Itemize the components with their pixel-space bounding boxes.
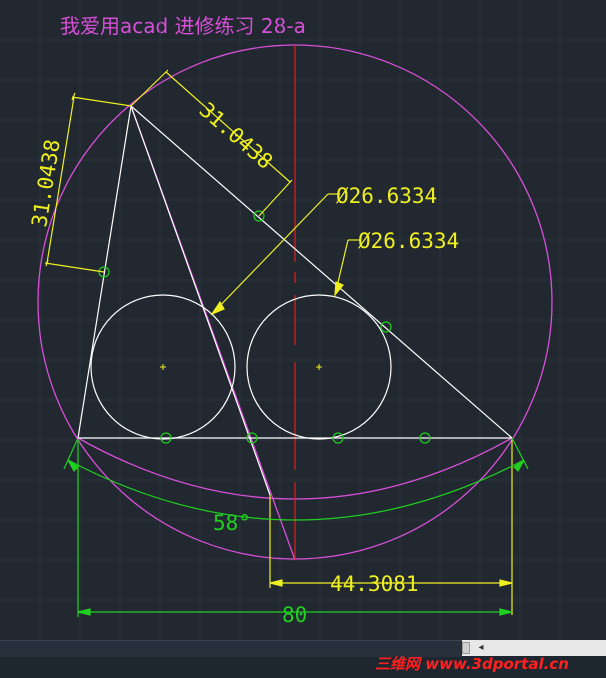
dim-dia-left-text: Ø26.6334: [336, 184, 437, 208]
dim-offset-text: 44.3081: [330, 572, 419, 596]
dim-dia-right-text: Ø26.6334: [358, 229, 459, 253]
dim-angle-text: 58°: [213, 511, 251, 535]
cad-drawing-canvas[interactable]: 31.0438 31.0438 Ø26.6334 Ø26.6334 58° 44…: [0, 0, 606, 640]
grid: [0, 0, 606, 640]
dim-slant-top[interactable]: [130, 69, 293, 217]
dim-leader-left-circle[interactable]: [210, 193, 340, 316]
circle-center-marks: [160, 364, 322, 370]
dim-angle[interactable]: [63, 437, 529, 521]
watermark: 三维网 www.3dportal.cn: [375, 653, 569, 674]
cad-viewport[interactable]: 我爱用acad 进修练习 28-a 31.0438 31.0438 Ø26.63…: [0, 0, 606, 678]
dim-slant-top-text: 31.0438: [195, 98, 278, 174]
watermark-brand: 三维网: [375, 655, 421, 673]
watermark-url: www.3dportal.cn: [425, 655, 569, 673]
dim-slant-left-text: 31.0438: [27, 138, 65, 229]
dim-overall-text: 80: [282, 603, 307, 627]
dim-leader-right-circle[interactable]: [334, 239, 360, 297]
